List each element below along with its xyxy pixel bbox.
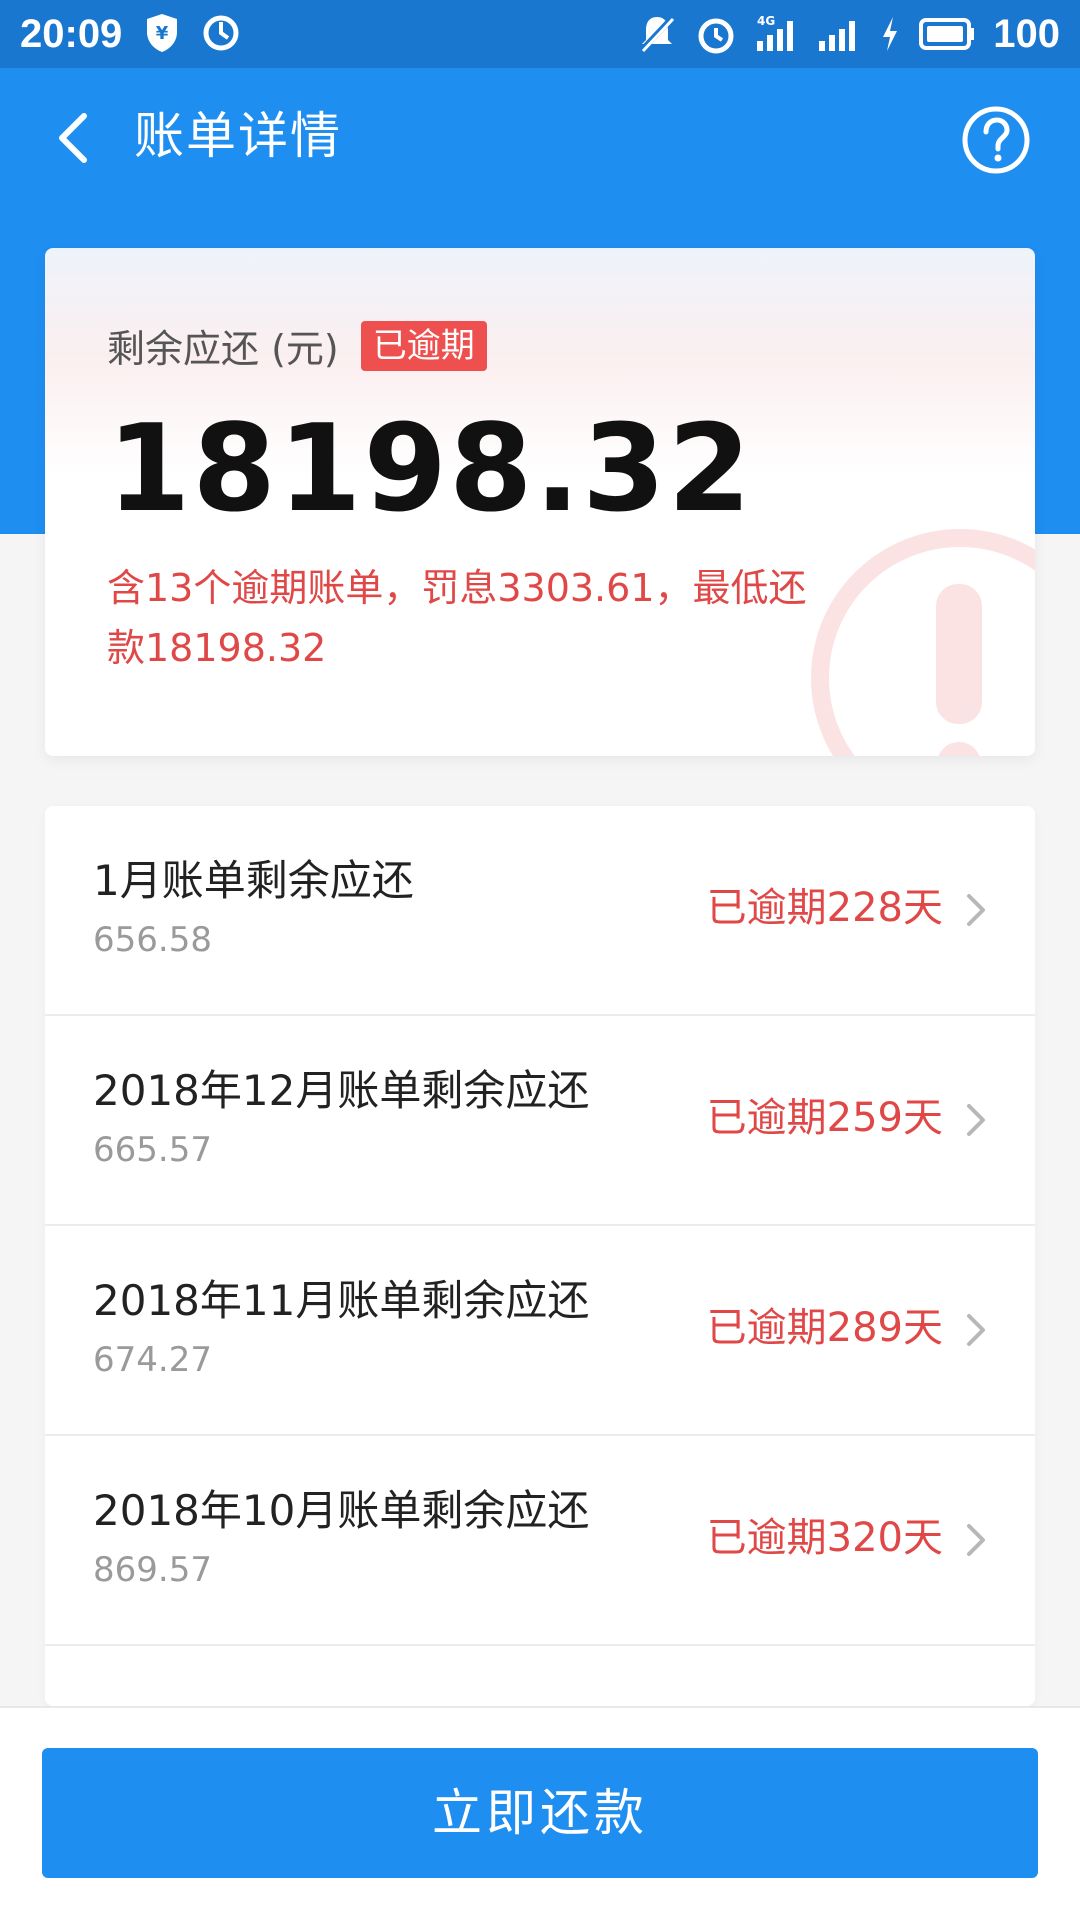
bill-list: 1月账单剩余应还 656.58 已逾期228天 2018年12月账单剩余应还 6… <box>45 806 1035 1706</box>
bill-overdue-status: 已逾期228天 <box>706 885 943 931</box>
bill-title: 2018年11月账单剩余应还 <box>93 1276 590 1325</box>
battery-level: 100 <box>993 12 1060 56</box>
bill-title: 2018年12月账单剩余应还 <box>93 1066 590 1115</box>
question-circle-icon[interactable] <box>960 104 1032 176</box>
bill-overdue-status: 已逾期320天 <box>706 1515 943 1561</box>
overdue-note: 含13个逾期账单，罚息3303.61，最低还款18198.32 <box>107 566 807 670</box>
mute-icon <box>639 14 676 54</box>
chevron-left-icon[interactable] <box>44 106 108 170</box>
svg-text:¥: ¥ <box>156 23 169 44</box>
signal-4g-icon: 4G <box>757 14 794 51</box>
status-time: 20:09 <box>20 12 123 56</box>
bill-row[interactable]: 2018年11月账单剩余应还 674.27 已逾期289天 <box>45 1226 1035 1436</box>
chevron-right-icon <box>967 1314 985 1346</box>
bill-row[interactable]: 1月账单剩余应还 656.58 已逾期228天 <box>45 806 1035 1016</box>
bill-row[interactable]: 2018年10月账单剩余应还 869.57 已逾期320天 <box>45 1436 1035 1646</box>
bill-amount: 656.58 <box>93 920 212 960</box>
overdue-badge: 已逾期 <box>360 320 487 371</box>
chevron-right-icon <box>967 894 985 926</box>
bill-row[interactable]: 2018年12月账单剩余应还 665.57 已逾期259天 <box>45 1016 1035 1226</box>
status-right-icons: 4G 100 <box>637 10 1060 58</box>
signal-icon <box>819 21 856 51</box>
summary-card: 剩余应还 (元) 已逾期 18198.32 含13个逾期账单，罚息3303.61… <box>45 248 1035 756</box>
bottom-bar: 立即还款 <box>0 1706 1080 1920</box>
warning-icon <box>811 529 1035 756</box>
svg-text:4G: 4G <box>757 14 775 28</box>
chevron-right-icon <box>967 1524 985 1556</box>
alipay-shield-icon: ¥ <box>147 14 177 52</box>
summary-label-row: 剩余应还 (元) 已逾期 <box>107 318 487 373</box>
bill-amount: 674.27 <box>93 1340 212 1380</box>
status-left-icons: ¥ <box>144 12 242 54</box>
bill-title: 2018年10月账单剩余应还 <box>93 1486 590 1535</box>
chevron-right-icon <box>967 1104 985 1136</box>
alarm-icon <box>698 18 734 54</box>
repay-now-button[interactable]: 立即还款 <box>42 1748 1038 1878</box>
status-bar: 20:09 ¥ 4G 100 <box>0 0 1080 68</box>
sync-icon <box>203 15 239 51</box>
page-title: 账单详情 <box>134 107 342 165</box>
bill-overdue-status: 已逾期289天 <box>706 1305 943 1351</box>
remaining-amount: 18198.32 <box>107 400 754 539</box>
charging-icon <box>883 17 898 51</box>
bill-amount: 869.57 <box>93 1550 212 1590</box>
bill-amount: 665.57 <box>93 1130 212 1170</box>
battery-icon <box>919 18 975 50</box>
bill-row-partial[interactable] <box>45 1646 1035 1706</box>
bill-title: 1月账单剩余应还 <box>93 856 414 905</box>
summary-label: 剩余应还 (元) <box>107 327 339 371</box>
bill-overdue-status: 已逾期259天 <box>706 1095 943 1141</box>
